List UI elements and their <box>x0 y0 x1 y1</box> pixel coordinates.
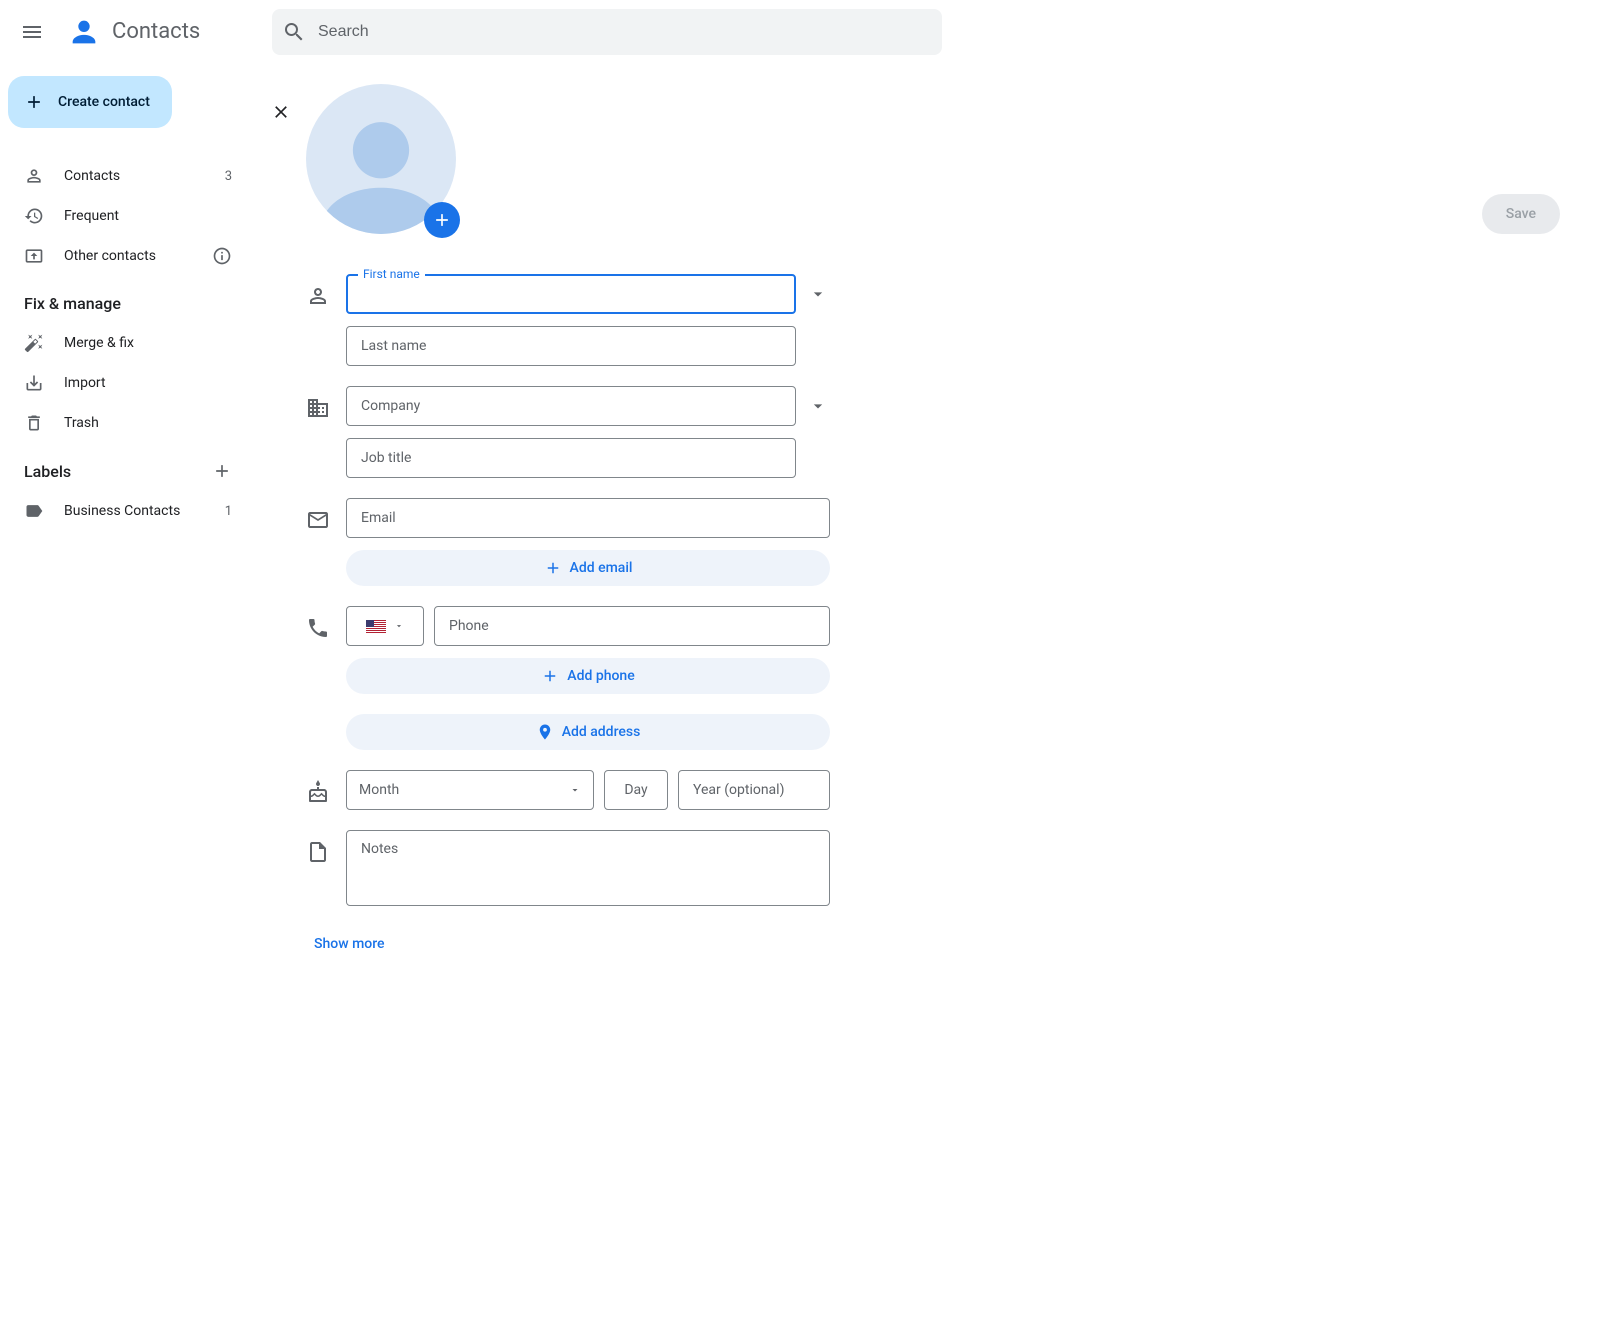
note-icon <box>306 840 330 864</box>
labels-heading: Labels <box>8 451 248 491</box>
archive-icon <box>24 246 44 266</box>
email-field[interactable]: Email <box>346 498 830 538</box>
sidebar-item-frequent[interactable]: Frequent <box>8 196 248 236</box>
jobtitle-field[interactable]: Job title <box>346 438 796 478</box>
person-icon <box>24 166 44 186</box>
sidebar-item-other-contacts[interactable]: Other contacts <box>8 236 248 276</box>
download-icon <box>24 373 44 393</box>
phone-field[interactable]: Phone <box>434 606 830 646</box>
show-more-link[interactable]: Show more <box>306 926 385 952</box>
expand-company-button[interactable] <box>806 386 830 426</box>
app-title: Contacts <box>112 19 200 44</box>
dropdown-icon <box>394 621 404 631</box>
nav-count: 3 <box>225 169 232 184</box>
building-icon <box>306 396 330 420</box>
main-menu-button[interactable] <box>8 8 56 56</box>
main-content: First name Last name <box>256 64 1600 952</box>
jobtitle-placeholder: Job title <box>347 439 795 477</box>
sidebar-item-merge-fix[interactable]: Merge & fix <box>8 323 248 363</box>
add-phone-label: Add phone <box>567 668 634 684</box>
plus-icon <box>544 559 562 577</box>
day-field[interactable]: Day <box>604 770 668 810</box>
search-icon <box>282 20 306 44</box>
chevron-down-icon <box>808 396 828 416</box>
save-label: Save <box>1506 206 1536 222</box>
year-field[interactable]: Year (optional) <box>678 770 830 810</box>
history-icon <box>24 206 44 226</box>
fix-manage-heading: Fix & manage <box>8 284 248 323</box>
hamburger-icon <box>20 20 44 44</box>
mail-icon <box>306 508 330 532</box>
search-input[interactable] <box>306 23 932 41</box>
close-button[interactable] <box>261 92 301 132</box>
nav-label: Business Contacts <box>64 503 205 519</box>
nav-label: Trash <box>64 415 232 431</box>
month-placeholder: Month <box>359 782 399 798</box>
header-left: Contacts <box>8 8 264 56</box>
add-address-label: Add address <box>562 724 641 740</box>
first-name-label: First name <box>358 267 425 281</box>
last-name-field[interactable]: Last name <box>346 326 796 366</box>
avatar-container <box>306 84 456 234</box>
info-icon[interactable] <box>212 246 232 266</box>
save-button[interactable]: Save <box>1482 194 1560 234</box>
nav-count: 1 <box>225 504 232 519</box>
nav-label: Contacts <box>64 168 205 184</box>
plus-icon <box>24 92 44 112</box>
create-contact-label: Create contact <box>58 94 150 110</box>
plus-icon <box>541 667 559 685</box>
sidebar-item-trash[interactable]: Trash <box>8 403 248 443</box>
year-placeholder: Year (optional) <box>679 771 829 809</box>
add-address-button[interactable]: Add address <box>346 714 830 750</box>
nav-label: Other contacts <box>64 248 192 264</box>
company-placeholder: Company <box>347 387 795 425</box>
notes-placeholder: Notes <box>361 841 398 857</box>
location-icon <box>536 723 554 741</box>
trash-icon <box>24 413 44 433</box>
month-select[interactable]: Month <box>346 770 594 810</box>
sidebar-item-import[interactable]: Import <box>8 363 248 403</box>
nav-label: Frequent <box>64 208 232 224</box>
contacts-logo-icon <box>67 15 101 49</box>
last-name-placeholder: Last name <box>347 327 795 365</box>
create-contact-button[interactable]: Create contact <box>8 76 172 128</box>
first-name-field[interactable]: First name <box>346 274 796 314</box>
sidebar: Create contact Contacts 3 Frequent Other… <box>0 64 256 952</box>
flag-us-icon <box>366 620 386 633</box>
first-name-input[interactable] <box>348 276 794 312</box>
header: Contacts <box>0 0 1600 64</box>
person-icon <box>306 284 330 308</box>
add-email-label: Add email <box>570 560 633 576</box>
sidebar-item-contacts[interactable]: Contacts 3 <box>8 156 248 196</box>
add-label-icon[interactable] <box>212 461 232 481</box>
email-placeholder: Email <box>347 499 829 537</box>
day-placeholder: Day <box>605 771 667 809</box>
wand-icon <box>24 333 44 353</box>
nav-label: Import <box>64 375 232 391</box>
search-bar[interactable] <box>272 9 942 55</box>
close-icon <box>271 102 291 122</box>
sidebar-label-business-contacts[interactable]: Business Contacts 1 <box>8 491 248 531</box>
nav-label: Merge & fix <box>64 335 232 351</box>
phone-country-select[interactable] <box>346 606 424 646</box>
expand-name-button[interactable] <box>806 274 830 314</box>
add-phone-button[interactable]: Add phone <box>346 658 830 694</box>
notes-field[interactable]: Notes <box>346 830 830 906</box>
chevron-down-icon <box>808 284 828 304</box>
phone-icon <box>306 616 330 640</box>
phone-placeholder: Phone <box>435 607 829 645</box>
company-field[interactable]: Company <box>346 386 796 426</box>
dropdown-icon <box>569 784 581 796</box>
add-photo-button[interactable] <box>424 202 460 238</box>
plus-icon <box>432 210 452 230</box>
app-logo <box>64 12 104 52</box>
labels-heading-text: Labels <box>24 462 71 481</box>
label-icon <box>24 501 44 521</box>
add-email-button[interactable]: Add email <box>346 550 830 586</box>
cake-icon <box>306 780 330 804</box>
